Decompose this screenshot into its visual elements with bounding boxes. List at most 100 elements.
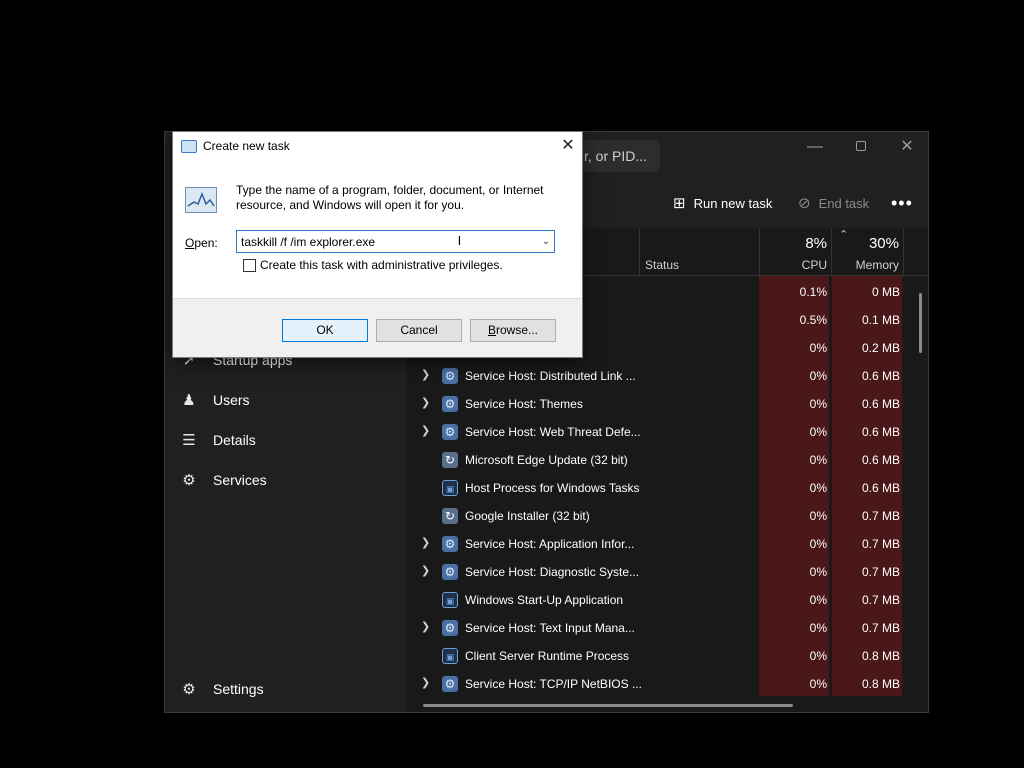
process-memory: 0.8 MB — [861, 677, 900, 691]
table-row[interactable]: ❯ ⚙ Service Host: Distributed Link ... 0% 0.… — [407, 362, 907, 390]
sidebar-item-details[interactable]: ☰ Details — [165, 420, 407, 460]
text-cursor-icon: I — [454, 233, 462, 248]
more-options-button[interactable]: ••• — [891, 178, 913, 228]
dialog-footer: OK Cancel Browse... — [173, 298, 582, 357]
table-row[interactable]: ▣ Client Server Runtime Process 0% 0.8 MB — [407, 642, 907, 670]
table-row[interactable]: ❯ ⚙ Service Host: Diagnostic Syste... 0% 0.7… — [407, 558, 907, 586]
chevron-right-icon[interactable]: ❯ — [421, 396, 430, 409]
process-cpu: 0% — [809, 621, 827, 635]
admin-privileges-checkbox[interactable] — [243, 259, 256, 272]
run-program-icon — [185, 187, 217, 213]
updater-icon: ↻ — [442, 452, 458, 468]
process-cpu: 0% — [809, 341, 827, 355]
chevron-right-icon[interactable]: ❯ — [421, 676, 430, 689]
process-cpu: 0% — [809, 481, 827, 495]
process-name: Microsoft Edge Update (32 bit) — [465, 453, 628, 467]
sidebar-item-label: Details — [213, 432, 256, 448]
open-input[interactable] — [237, 231, 535, 252]
sidebar-item-settings[interactable]: ⚙ Settings — [165, 669, 407, 709]
process-memory: 0 MB — [871, 285, 900, 299]
dialog-title: Create new task — [203, 139, 290, 153]
process-memory: 0.6 MB — [861, 453, 900, 467]
maximize-button[interactable] — [838, 132, 884, 162]
sidebar-item-services[interactable]: ⚙ Services — [165, 460, 407, 500]
process-name: Service Host: Themes — [465, 397, 583, 411]
details-icon: ☰ — [182, 432, 196, 449]
run-new-task-button[interactable]: ⊞ Run new task — [673, 178, 772, 228]
process-cpu: 0.5% — [799, 313, 827, 327]
admin-privileges-label[interactable]: Create this task with administrative pri… — [260, 258, 503, 272]
horizontal-scrollbar[interactable] — [423, 704, 793, 707]
sidebar-item-label: Users — [213, 392, 250, 408]
open-combobox[interactable]: I ⌄ — [236, 230, 555, 253]
chevron-right-icon[interactable]: ❯ — [421, 536, 430, 549]
table-row[interactable]: ▣ Host Process for Windows Tasks 0% 0.6 MB — [407, 474, 907, 502]
app-window-icon: ▣ — [442, 592, 458, 608]
run-program-graphic — [187, 191, 215, 207]
cpu-column-header[interactable]: CPU — [760, 258, 827, 272]
service-gear-icon: ⚙ — [442, 536, 458, 552]
end-task-icon: ⊘ — [798, 195, 811, 212]
table-row[interactable]: ❯ ⚙ Service Host: Themes 0% 0.6 MB — [407, 390, 907, 418]
app-window-icon: ▣ — [442, 480, 458, 496]
chevron-right-icon[interactable]: ❯ — [421, 368, 430, 381]
service-gear-icon: ⚙ — [442, 424, 458, 440]
status-column-header[interactable]: Status — [645, 258, 679, 272]
maximize-icon — [856, 141, 866, 151]
process-memory: 0.7 MB — [861, 509, 900, 523]
table-row[interactable]: ↻ Microsoft Edge Update (32 bit) 0% 0.6 MB — [407, 446, 907, 474]
ok-button[interactable]: OK — [282, 319, 368, 342]
table-row[interactable]: ❯ ⚙ Service Host: Web Threat Defe... 0% 0.6 … — [407, 418, 907, 446]
chevron-right-icon[interactable]: ❯ — [421, 564, 430, 577]
open-label-accelerator: O — [185, 236, 195, 250]
services-icon: ⚙ — [182, 472, 196, 489]
run-new-task-icon: ⊞ — [673, 195, 686, 212]
browse-label: rowse... — [496, 323, 539, 337]
browse-button[interactable]: Browse... — [470, 319, 556, 342]
process-memory: 0.6 MB — [861, 369, 900, 383]
dialog-close-button[interactable]: ✕ — [555, 135, 581, 157]
open-label: Open: — [185, 236, 218, 250]
sidebar-item-label: Settings — [213, 681, 264, 697]
table-row[interactable]: ❯ ⚙ Service Host: Application Infor... 0% 0.… — [407, 530, 907, 558]
column-separator — [903, 228, 904, 276]
vertical-scrollbar[interactable] — [919, 293, 922, 353]
table-row[interactable]: ↻ Google Installer (32 bit) 0% 0.7 MB — [407, 502, 907, 530]
table-row[interactable]: ▣ Windows Start-Up Application 0% 0.7 MB — [407, 586, 907, 614]
process-name: Windows Start-Up Application — [465, 593, 624, 607]
process-memory: 0.1 MB — [861, 313, 900, 327]
process-memory: 0.8 MB — [861, 649, 900, 663]
open-label-text: pen: — [194, 236, 218, 250]
process-memory: 0.7 MB — [861, 565, 900, 579]
dialog-description: Type the name of a program, folder, docu… — [236, 183, 544, 212]
search-input[interactable]: r, or PID... — [576, 140, 660, 172]
process-name: Host Process for Windows Tasks — [465, 481, 640, 495]
memory-column-header[interactable]: Memory — [832, 258, 899, 272]
sidebar-item-users[interactable]: ♟ Users — [165, 380, 407, 420]
process-cpu: 0% — [809, 509, 827, 523]
updater-icon: ↻ — [442, 508, 458, 524]
process-name: Client Server Runtime Process — [465, 649, 630, 663]
chevron-right-icon[interactable]: ❯ — [421, 424, 430, 437]
service-gear-icon: ⚙ — [442, 564, 458, 580]
close-button[interactable]: ✕ — [884, 132, 928, 162]
minimize-button[interactable]: — — [792, 132, 838, 162]
table-row[interactable]: ❯ ⚙ Service Host: Text Input Mana... 0% 0.7 … — [407, 614, 907, 642]
process-memory: 0.2 MB — [861, 341, 900, 355]
process-cpu: 0% — [809, 677, 827, 691]
process-memory: 0.7 MB — [861, 593, 900, 607]
chevron-down-icon[interactable]: ⌄ — [539, 233, 553, 250]
service-gear-icon: ⚙ — [442, 368, 458, 384]
memory-total-percent: 30% — [868, 235, 899, 252]
end-task-button[interactable]: ⊘ End task — [798, 178, 869, 228]
column-separator — [639, 228, 640, 276]
service-gear-icon: ⚙ — [442, 396, 458, 412]
chevron-right-icon[interactable]: ❯ — [421, 620, 430, 633]
table-row[interactable]: ❯ ⚙ Service Host: TCP/IP NetBIOS ... 0% 0.8 … — [407, 670, 907, 698]
process-cpu: 0.1% — [799, 285, 827, 299]
process-cpu: 0% — [809, 593, 827, 607]
process-memory: 0.7 MB — [861, 621, 900, 635]
process-name: Service Host: Text Input Mana... — [465, 621, 635, 635]
cpu-total-percent: 8% — [805, 235, 827, 252]
cancel-button[interactable]: Cancel — [376, 319, 462, 342]
